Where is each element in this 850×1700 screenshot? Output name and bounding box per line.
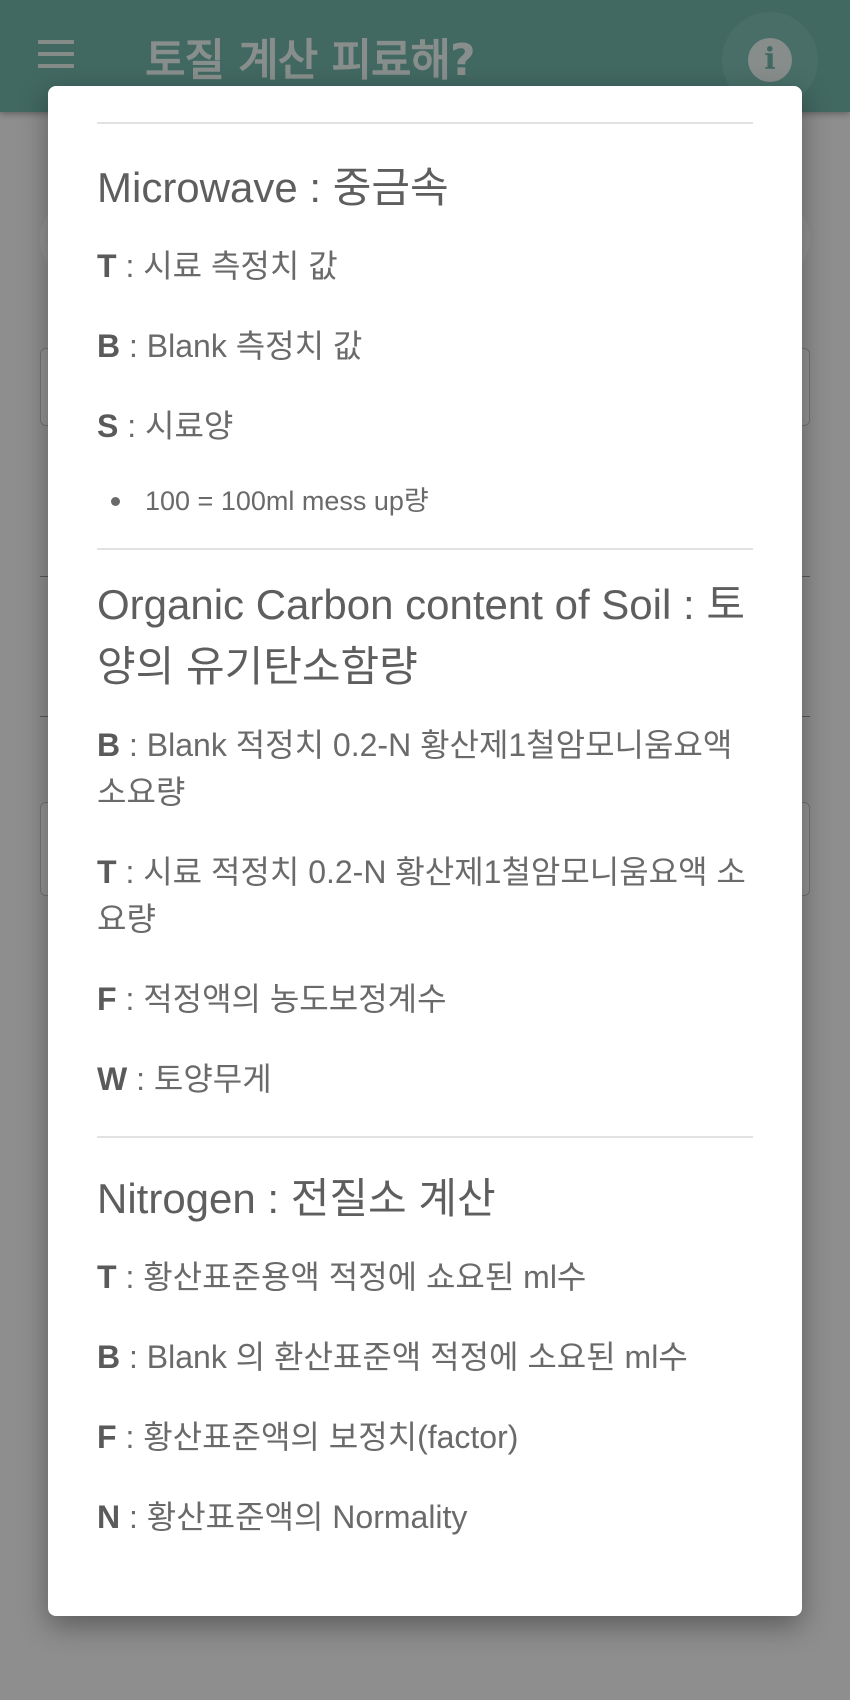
section-divider [97, 548, 753, 550]
microwave-section: Microwave : 중금속 T : 시료 측정치 값 B : Blank 측… [97, 157, 753, 519]
section-title-organic-carbon: Organic Carbon content of Soil : 토양의 유기탄… [97, 581, 745, 690]
definition-organic-t: T : 시료 적정치 0.2-N 황산제1철암모니움요액 소요량 [97, 854, 746, 937]
section-title-nitrogen: Nitrogen : 전질소 계산 [97, 1175, 496, 1222]
definition-microwave-b: B : Blank 측정치 값 [97, 328, 363, 364]
definition-organic-f: F : 적정액의 농도보정계수 [97, 981, 447, 1017]
definition-nitrogen-n: N : 황산표준액의 Normality [97, 1499, 468, 1535]
definition-organic-b: B : Blank 적정치 0.2-N 황산제1철암모니움요액 소요량 [97, 727, 733, 810]
section-title-microwave: Microwave : 중금속 [97, 164, 449, 211]
bullet-dot [111, 497, 120, 506]
nitrogen-section: Nitrogen : 전질소 계산 T : 황산표준용액 적정에 쇼요된 ml수… [97, 1168, 753, 1541]
definition-microwave-s: S : 시료양 [97, 408, 234, 444]
list-item: 100 = 100ml mess up량 [97, 483, 753, 519]
organic-carbon-section: Organic Carbon content of Soil : 토양의 유기탄… [97, 574, 753, 1103]
section-divider [97, 122, 753, 124]
definition-organic-w: W : 토양무게 [97, 1061, 272, 1097]
dialog-content: Microwave : 중금속 T : 시료 측정치 값 B : Blank 측… [97, 86, 753, 1541]
info-dialog: Microwave : 중금속 T : 시료 측정치 값 B : Blank 측… [48, 86, 802, 1616]
definition-nitrogen-f: F : 황산표준액의 보정치(factor) [97, 1419, 519, 1455]
section-divider [97, 1136, 753, 1138]
definition-nitrogen-t: T : 황산표준용액 적정에 쇼요된 ml수 [97, 1259, 587, 1295]
definition-nitrogen-b: B : Blank 의 환산표준액 적정에 소요된 ml수 [97, 1339, 688, 1375]
definition-microwave-t: T : 시료 측정치 값 [97, 248, 338, 284]
